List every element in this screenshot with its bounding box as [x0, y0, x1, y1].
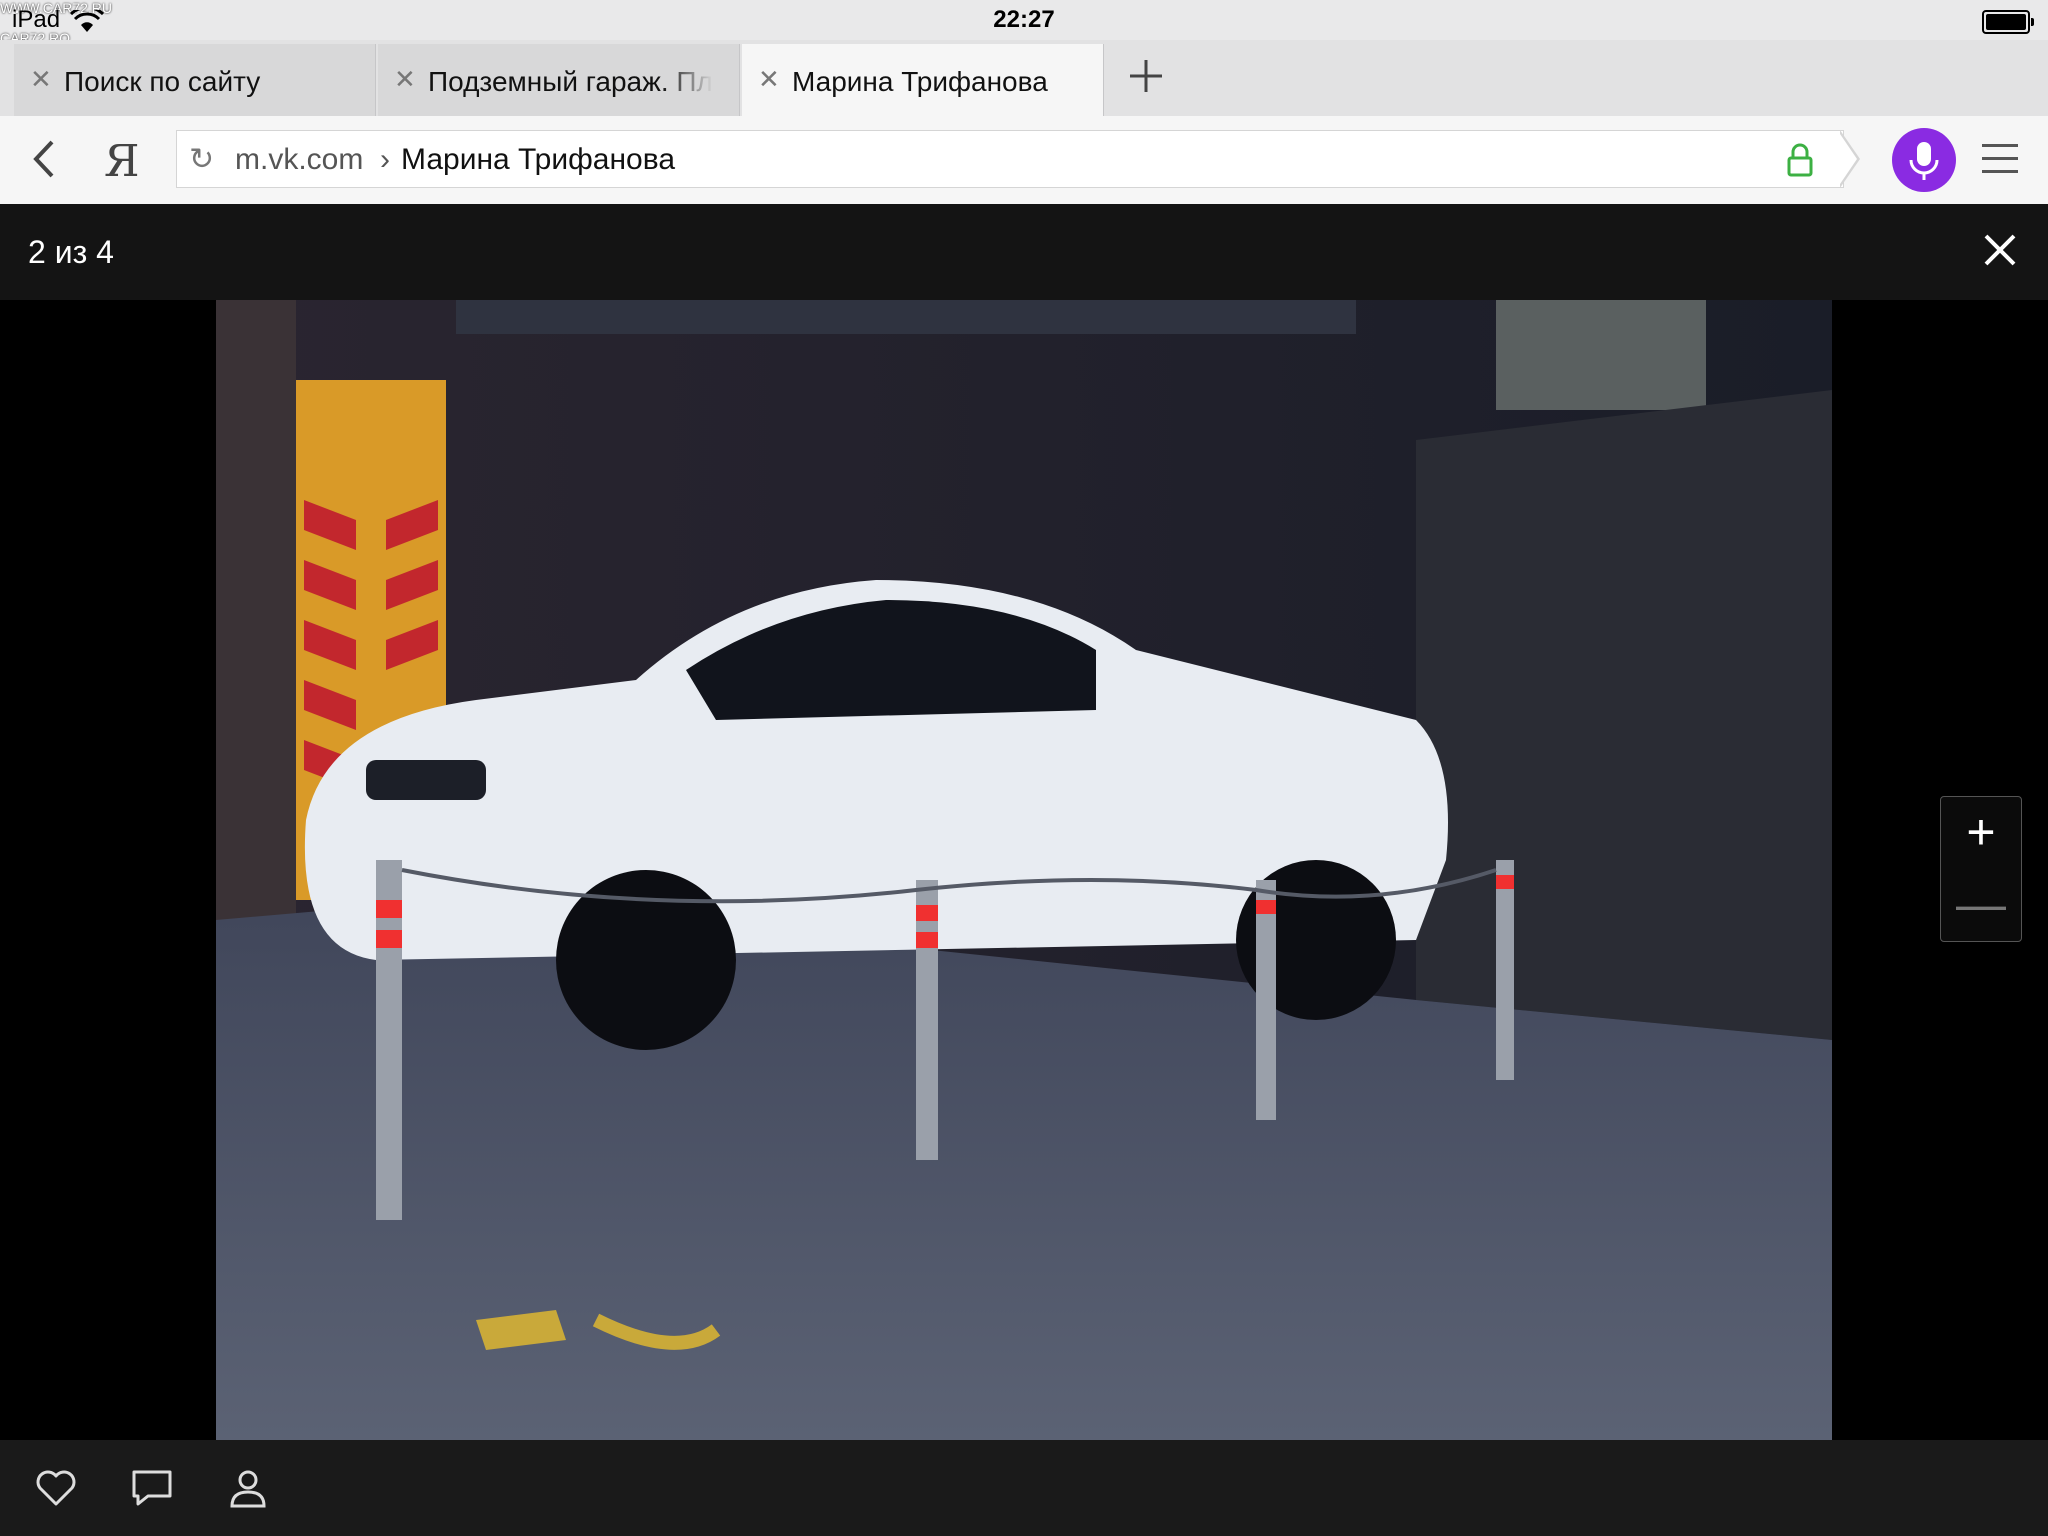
chevron-left-icon [33, 140, 54, 178]
photo-viewer-header: 2 из 4 [0, 204, 2048, 300]
tab-close-icon[interactable]: ✕ [394, 64, 416, 95]
close-viewer-button[interactable] [1978, 228, 2022, 272]
tab-label: Подземный гараж. Пл [428, 66, 713, 97]
hamburger-menu-icon[interactable] [1982, 144, 2018, 174]
zoom-in-button[interactable]: + [1941, 797, 2021, 869]
address-bar-tail-inner [1838, 131, 1857, 187]
comment-icon [132, 1470, 172, 1506]
yandex-logo[interactable]: Я [104, 136, 140, 187]
tab-label: Марина Трифанова [792, 66, 1048, 97]
heart-icon [36, 1470, 76, 1506]
person-icon [230, 1470, 266, 1508]
back-button[interactable] [24, 134, 64, 184]
url-separator: › [380, 143, 390, 176]
battery-icon [1982, 10, 2034, 34]
browser-toolbar: Я ↻ m.vk.com › Марина Трифанова [0, 116, 2048, 205]
tab-strip: ✕ Поиск по сайту ✕ Подземный гараж. Пл ✕… [0, 40, 2048, 116]
lock-icon[interactable] [1785, 143, 1815, 177]
photo[interactable] [216, 300, 1832, 1440]
address-bar[interactable]: ↻ m.vk.com › Марина Трифанова [176, 130, 1844, 188]
garage-car-photo [216, 300, 1832, 1440]
microphone-icon [1909, 142, 1939, 180]
zoom-control: + — [1940, 796, 2022, 942]
url-domain: m.vk.com [235, 143, 364, 176]
tag-person-button[interactable] [224, 1464, 272, 1512]
status-bar: WWW.CAR72.RU CAR72.RO iPad 22:27 [0, 0, 2048, 46]
like-button[interactable] [32, 1464, 80, 1512]
plus-icon [1130, 60, 1162, 92]
reload-icon[interactable]: ↻ [189, 142, 214, 177]
status-time: 22:27 [993, 6, 1055, 33]
url-page-title: Марина Трифанова [401, 143, 676, 176]
tab-close-icon[interactable]: ✕ [30, 64, 52, 95]
tab-garage[interactable]: ✕ Подземный гараж. Пл [378, 44, 740, 116]
zoom-out-button[interactable]: — [1941, 869, 2021, 941]
voice-search-button[interactable] [1892, 128, 1956, 192]
close-icon [1984, 234, 2016, 266]
new-tab-button[interactable] [1128, 58, 1164, 102]
tab-label: Поиск по сайту [64, 66, 261, 97]
tab-search[interactable]: ✕ Поиск по сайту [14, 44, 376, 116]
comment-button[interactable] [128, 1464, 176, 1512]
photo-counter: 2 из 4 [28, 234, 114, 270]
photo-actions-bar [0, 1440, 2048, 1536]
tab-profile[interactable]: ✕ Марина Трифанова [742, 44, 1104, 116]
tab-close-icon[interactable]: ✕ [758, 64, 780, 95]
